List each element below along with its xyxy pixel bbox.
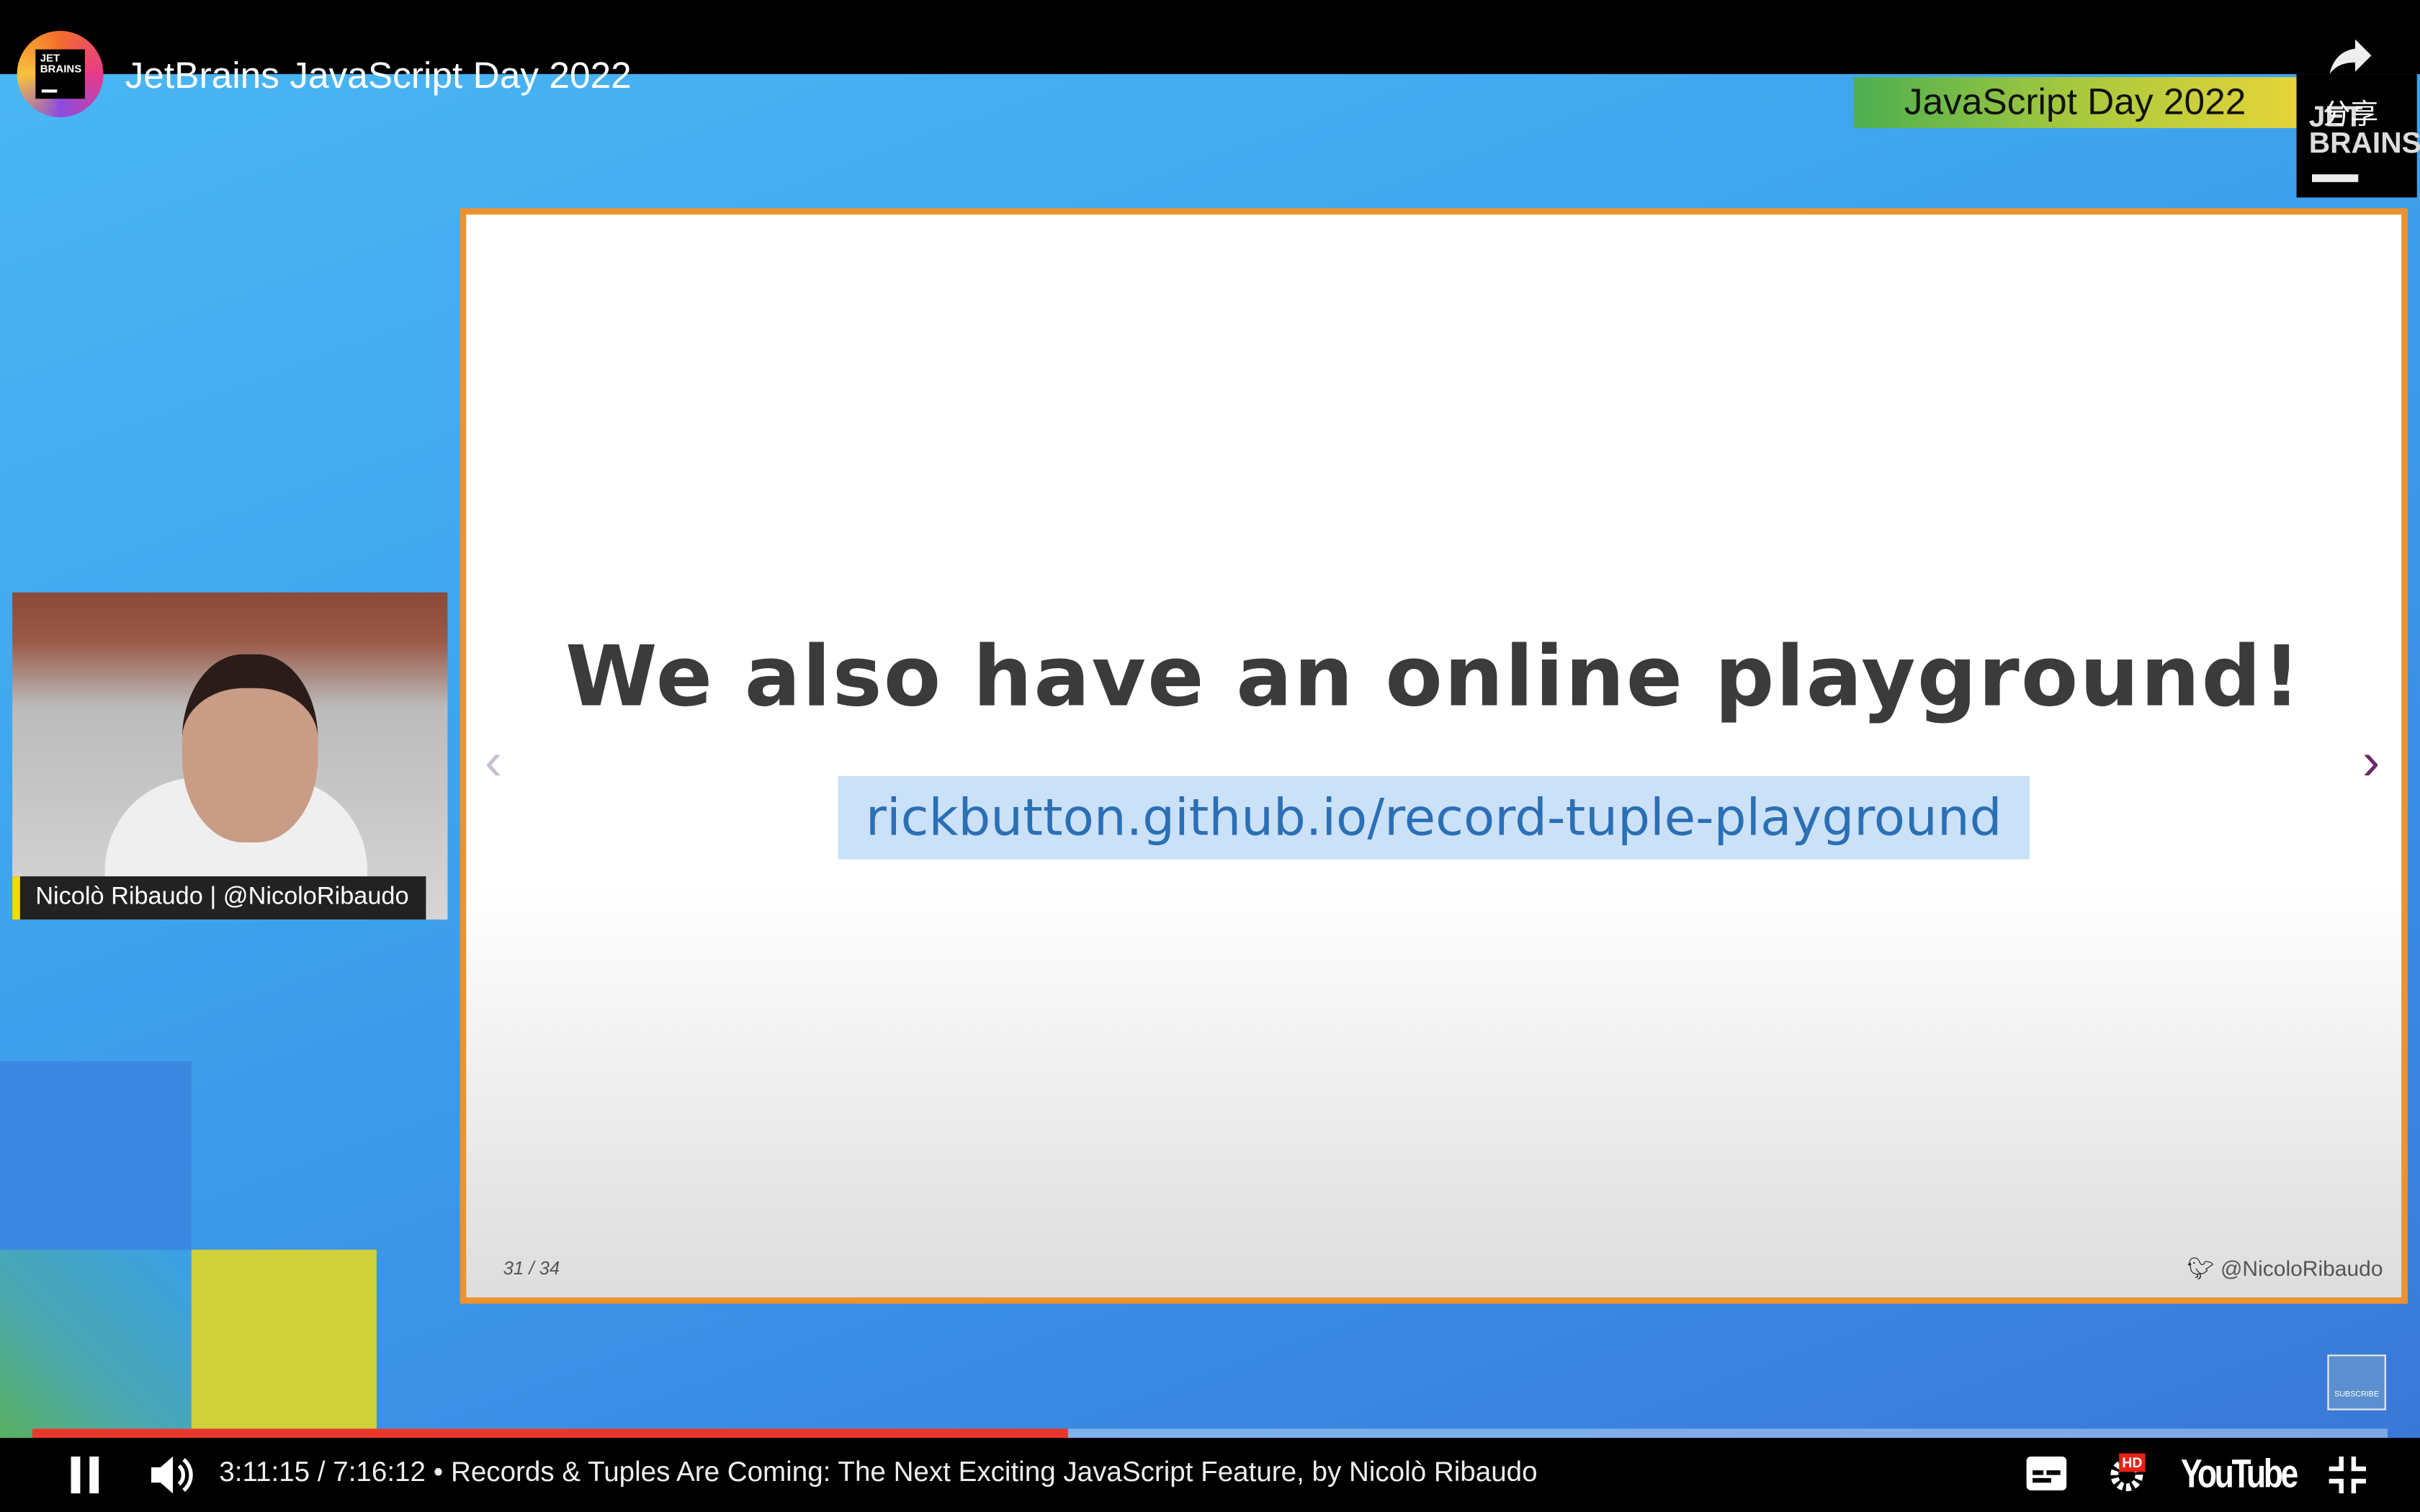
next-slide-icon: › (2362, 732, 2380, 792)
video-title-link[interactable]: JetBrains JavaScript Day 2022 (125, 55, 632, 99)
decor-square-blue (0, 1061, 192, 1253)
decor-square-yellow (191, 1249, 377, 1439)
playground-link: rickbutton.github.io/record-tuple-playgr… (838, 775, 2030, 860)
jetbrains-logo: JET BRAINS (35, 49, 85, 99)
slide-page-number: 31 / 34 (503, 1257, 560, 1279)
presentation-slide: We also have an online playground! rickb… (460, 208, 2408, 1304)
player-controls: 3:11:15 / 7:16:12 • Records & Tuples Are… (0, 1438, 2420, 1512)
decor-square-gradient (0, 1249, 192, 1439)
youtube-logo[interactable]: YouTube (2181, 1450, 2298, 1498)
time-display: 3:11:15 / 7:16:12 (219, 1456, 426, 1488)
subtitles-icon[interactable] (2026, 1456, 2067, 1490)
share-icon[interactable] (2323, 28, 2378, 84)
event-banner: JavaScript Day 2022 (1853, 77, 2297, 128)
share-label[interactable]: 分享 (2323, 93, 2378, 133)
volume-icon[interactable] (148, 1454, 194, 1497)
speaker-face (182, 654, 318, 842)
progress-bar[interactable] (32, 1428, 2388, 1439)
player-video-title: Records & Tuples Are Coming: The Next Ex… (450, 1456, 1538, 1488)
twitter-handle-text: @NicoloRibaudo (2220, 1256, 2383, 1281)
twitter-icon: 🐦︎ (2187, 1256, 2215, 1281)
speaker-name-tag: Nicolò Ribaudo | @NicoloRibaudo (12, 876, 426, 920)
video-info: 3:11:15 / 7:16:12 • Records & Tuples Are… (219, 1457, 1537, 1489)
pause-icon[interactable] (68, 1456, 102, 1494)
subscribe-watermark[interactable]: SUBSCRIBE (2327, 1354, 2386, 1410)
speaker-webcam (12, 592, 448, 920)
slide-heading: We also have an online playground! (565, 628, 2303, 726)
progress-played (32, 1428, 1069, 1439)
exit-fullscreen-icon[interactable] (2329, 1456, 2366, 1494)
twitter-handle: 🐦︎ @NicoloRibaudo (2187, 1256, 2383, 1282)
prev-slide-icon: ‹ (484, 732, 503, 792)
hd-badge: HD (2119, 1453, 2146, 1472)
separator: • (433, 1456, 444, 1488)
channel-avatar[interactable]: JET BRAINS (17, 30, 104, 117)
